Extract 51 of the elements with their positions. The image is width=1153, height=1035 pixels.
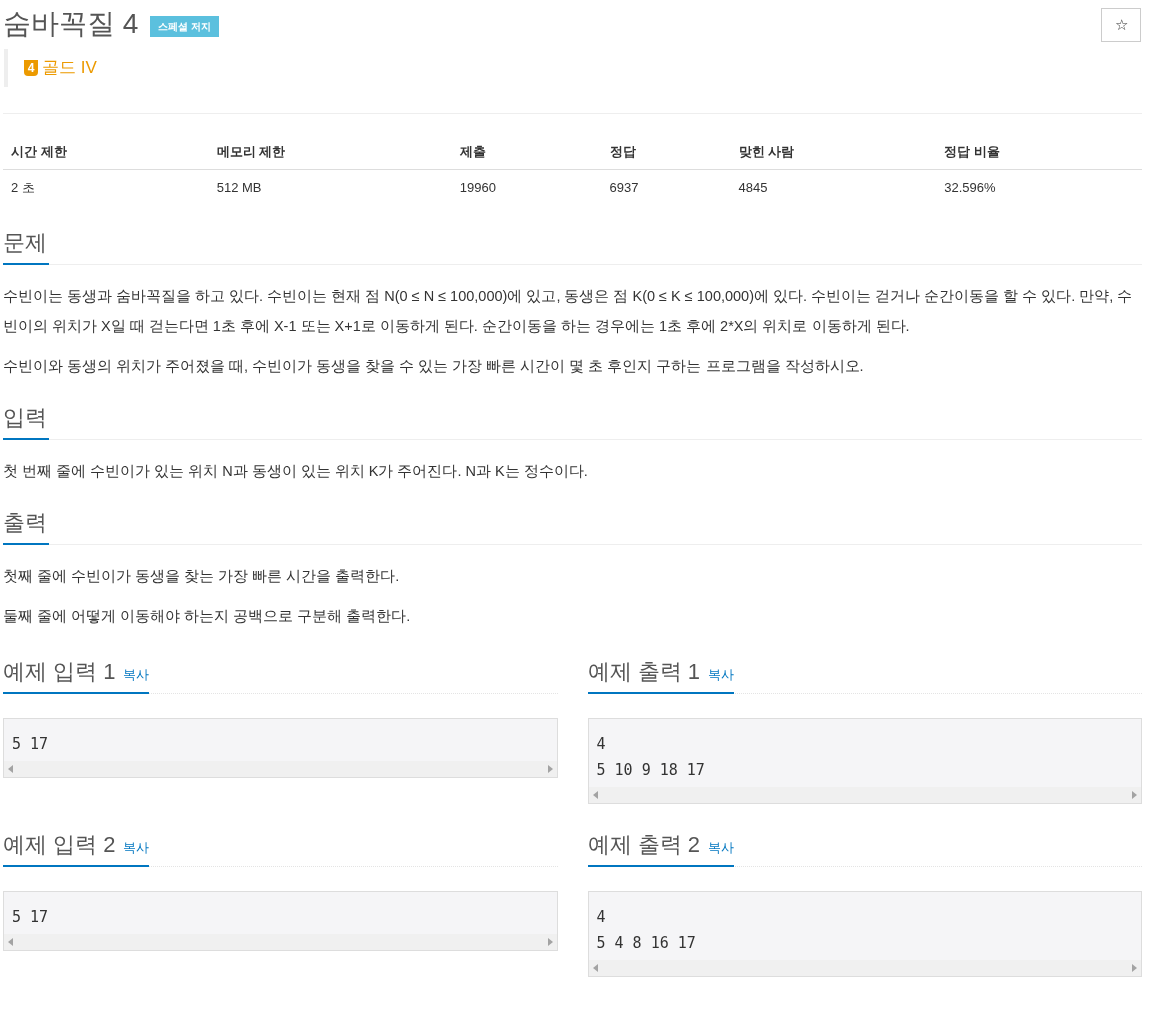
scroll-right-icon[interactable] [1132, 790, 1137, 799]
section-heading: 출력 [3, 505, 49, 545]
scroll-left-icon[interactable] [8, 764, 13, 773]
tier-icon: 4 [24, 59, 38, 76]
code-line: 4 [596, 906, 607, 928]
column-header: 시간 제한 [11, 143, 67, 159]
scroll-left-icon[interactable] [592, 963, 598, 972]
tier-label: 골드 IV [42, 57, 97, 79]
horizontal-scrollbar[interactable] [588, 959, 1141, 976]
special-judge-badge: 스페셜 저지 [150, 15, 220, 37]
horizontal-scrollbar[interactable] [4, 760, 557, 777]
paragraph: 수빈이는 동생과 숨바꼭질을 하고 있다. 수빈이는 현재 점 N(0 ≤ N ≤ 100,000)에 있고, 동생은 점 K(0 ≤ K ≤ 100,000)에 있다. 수빈이는 걷거나 순간이동을 할 수 있다. 만약, 수빈이의 위치가 X일 때 걷는다면 1초 후에 X-1 또는 X+1로 이동하게 된다. 순간이동을 하는 경우에는 1초 후에 2*X의 위치로 이동하게 된다. [3, 286, 1134, 336]
copy-link[interactable]: 복사 [123, 837, 150, 857]
scroll-right-icon[interactable] [1132, 963, 1137, 972]
scroll-right-icon[interactable] [547, 937, 553, 946]
table-cell: 32.596% [944, 180, 996, 195]
section-heading: 문제 [3, 225, 49, 265]
copy-link[interactable]: 복사 [123, 664, 150, 684]
paragraph: 첫째 줄에 수빈이가 동생을 찾는 가장 빠른 시간을 출력한다. [3, 566, 401, 586]
paragraph: 수빈이와 동생의 위치가 주어졌을 때, 수빈이가 동생을 찾을 수 있는 가장 빠른 시간이 몇 초 후인지 구하는 프로그램을 작성하시오. [3, 356, 865, 376]
copy-link[interactable]: 복사 [707, 837, 734, 857]
scroll-right-icon[interactable] [547, 764, 553, 773]
code-line: 5 4 8 16 17 [596, 932, 697, 954]
horizontal-scrollbar[interactable] [4, 933, 557, 950]
paragraph: 첫 번째 줄에 수빈이가 있는 위치 N과 동생이 있는 위치 K가 주어진다. N과 K는 정수이다. [3, 461, 589, 481]
section-heading: 예제 출력 2 [587, 830, 700, 859]
table-cell: 6937 [609, 180, 639, 195]
section-heading: 예제 입력 1 [3, 657, 116, 686]
column-header: 제출 [459, 143, 486, 159]
code-line: 5 17 [12, 733, 50, 755]
column-header: 정답 [609, 143, 636, 159]
table-cell: 19960 [459, 180, 496, 195]
column-header: 맞힌 사람 [738, 143, 795, 159]
paragraph: 둘째 줄에 어떻게 이동해야 하는지 공백으로 구분해 출력한다. [3, 606, 412, 626]
table-cell: 2 초 [11, 180, 35, 195]
scroll-left-icon[interactable] [8, 937, 13, 946]
table-cell: 4845 [738, 180, 768, 195]
scroll-left-icon[interactable] [592, 790, 598, 799]
column-header: 정답 비율 [944, 143, 1000, 159]
section-heading: 입력 [3, 400, 49, 440]
column-header: 메모리 제한 [216, 143, 286, 159]
code-line: 5 10 9 18 17 [596, 759, 706, 781]
code-line: 5 17 [12, 906, 50, 928]
copy-link[interactable]: 복사 [707, 664, 734, 684]
favorite-button[interactable]: ☆ [1101, 8, 1141, 42]
problem-title: 숨바꼭질 4 [3, 7, 139, 41]
table-cell: 512 MB [216, 180, 262, 195]
section-heading: 예제 입력 2 [3, 830, 116, 859]
code-line: 4 [596, 733, 607, 755]
section-heading: 예제 출력 1 [587, 657, 700, 686]
horizontal-scrollbar[interactable] [588, 786, 1141, 803]
